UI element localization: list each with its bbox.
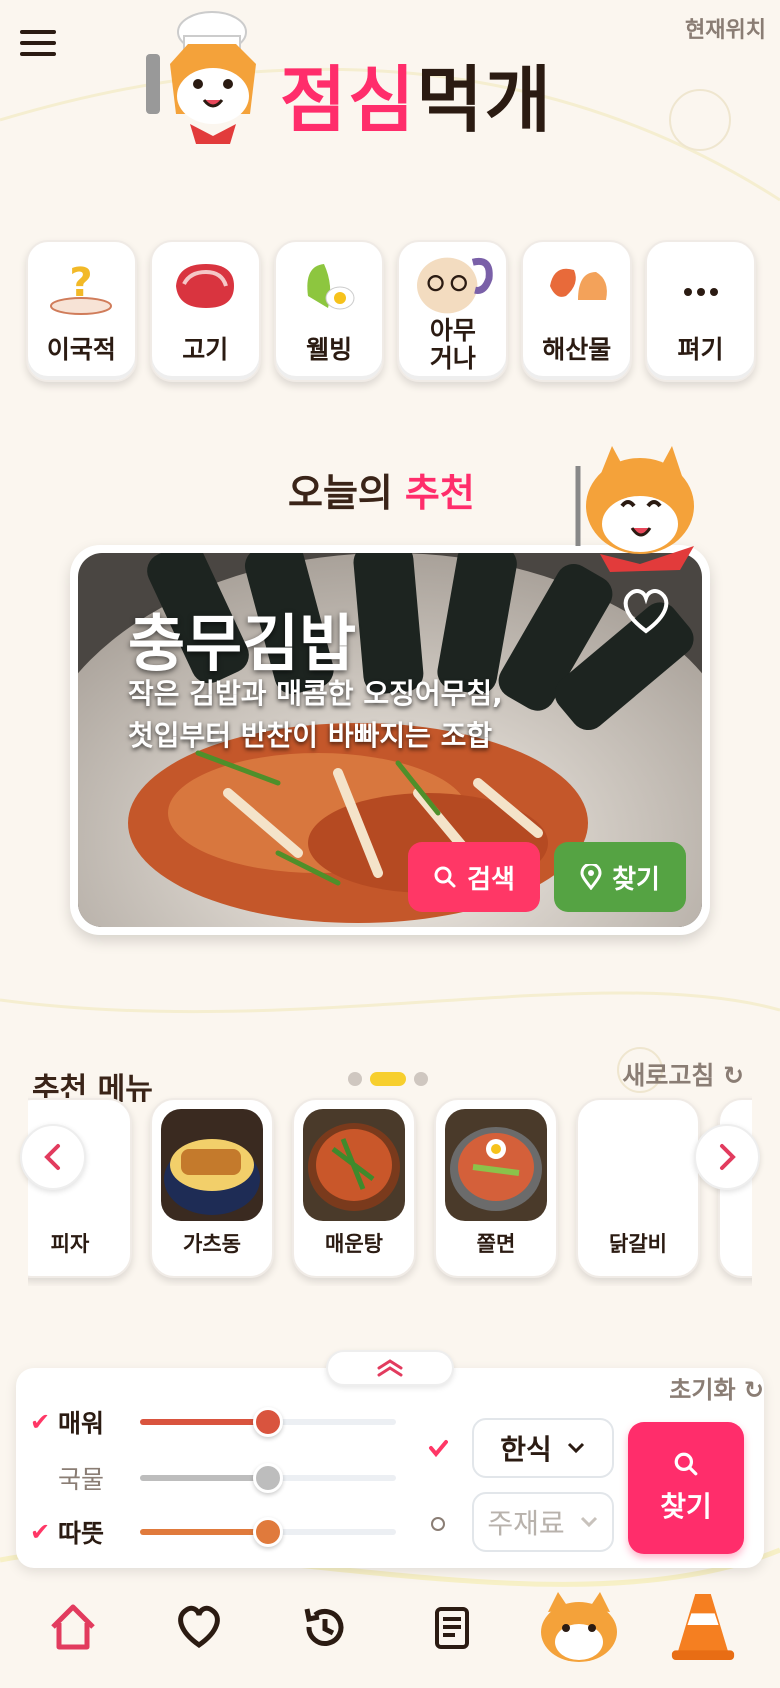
dish-name: 충무김밥 — [128, 607, 357, 680]
logo-text: 점심먹개 — [280, 58, 553, 142]
globe-question-icon: ? — [50, 260, 113, 315]
category-seafood[interactable]: 해산물 — [521, 240, 633, 382]
nav-favorites[interactable] — [164, 1592, 234, 1662]
ingredient-radio-icon[interactable] — [428, 1514, 448, 1534]
salad-icon — [307, 264, 355, 310]
page-dot[interactable] — [348, 1072, 362, 1086]
page-dot-active[interactable] — [370, 1072, 406, 1086]
menu-item-jjolmyeon[interactable]: 쫄면 — [434, 1098, 558, 1278]
menu-item-name: 가츠동 — [183, 1232, 241, 1256]
nav-cone[interactable] — [668, 1592, 738, 1662]
broth-slider[interactable] — [140, 1463, 396, 1493]
warm-slider[interactable] — [140, 1517, 396, 1547]
menu-item-name: 피자 — [50, 1232, 90, 1256]
check-icon[interactable]: ✔ — [30, 1518, 58, 1546]
bottom-navigation — [0, 1580, 780, 1688]
dog-face-icon — [541, 1592, 617, 1662]
menu-item-name: 쫄면 — [476, 1232, 516, 1256]
filter-warm[interactable]: ✔ 따뜻 — [30, 1512, 138, 1552]
jjolmyeon-image — [445, 1109, 547, 1221]
notes-icon — [435, 1607, 469, 1649]
menu-item-maeuntang[interactable]: 매운탕 — [292, 1098, 416, 1278]
dizzy-dog-icon — [416, 257, 493, 314]
nav-home[interactable] — [38, 1592, 108, 1662]
nav-mascot[interactable] — [536, 1592, 622, 1662]
category-exotic[interactable]: ? 이국적 — [26, 240, 137, 382]
svg-text:?: ? — [70, 260, 93, 306]
refresh-icon: ↻ — [723, 1061, 744, 1090]
category-label: 아무 거나 — [429, 315, 476, 374]
refresh-icon: ↻ — [735, 1376, 764, 1404]
seafood-icon — [549, 268, 607, 300]
chevron-left-icon — [44, 1144, 60, 1170]
history-icon — [304, 1608, 344, 1646]
heart-icon — [178, 1605, 220, 1649]
nav-notes[interactable] — [418, 1592, 488, 1662]
category-label: 웰빙 — [306, 335, 353, 364]
app-logo: 점심먹개 — [140, 4, 580, 154]
category-label: 이국적 — [46, 335, 116, 364]
nav-history[interactable] — [290, 1592, 360, 1662]
category-meat[interactable]: 고기 — [149, 240, 261, 382]
category-label: 해산물 — [542, 335, 612, 364]
cone-icon — [671, 1593, 735, 1661]
search-icon — [674, 1452, 698, 1476]
favorite-heart-icon[interactable] — [618, 583, 674, 639]
page-dot[interactable] — [414, 1072, 428, 1086]
dish-photo: 충무김밥 작은 김밥과 매콤한 오징어무침, 첫입부터 반찬이 바빠지는 조합 검… — [78, 553, 702, 927]
find-button-label: 찾기 — [612, 864, 660, 895]
maeuntang-image — [303, 1109, 405, 1221]
category-wellbeing[interactable]: 웰빙 — [273, 240, 385, 382]
current-location-button[interactable]: 현재위치 — [685, 12, 766, 44]
recommended-menu-carousel[interactable]: 피자 가츠동 매운탕 쫄면 닭갈비 꽁 — [28, 1096, 752, 1286]
category-label: 펴기 — [677, 335, 724, 364]
filter-broth[interactable]: 국물 — [30, 1458, 138, 1498]
chevron-down-icon — [580, 1516, 597, 1528]
cuisine-select[interactable]: 한식 — [472, 1418, 614, 1478]
menu-item-name: 닭갈비 — [609, 1232, 667, 1256]
menu-item-name: 매운탕 — [325, 1232, 383, 1256]
home-icon — [51, 1604, 95, 1650]
today-title: 오늘의 추천 — [288, 471, 475, 515]
carousel-prev-button[interactable] — [20, 1124, 86, 1190]
category-anything[interactable]: 아무 거나 — [397, 240, 509, 382]
category-expand[interactable]: 펴기 — [645, 240, 756, 382]
cuisine-radio-selected-icon[interactable] — [428, 1438, 448, 1458]
category-list: ? 이국적 고기 웰빙 아무 거나 해산물 펴기 — [26, 240, 756, 382]
find-nearby-button[interactable]: 찾기 — [554, 842, 686, 912]
menu-button[interactable] — [20, 30, 56, 60]
meat-icon — [176, 264, 235, 308]
search-button-label: 검색 — [467, 864, 515, 895]
refresh-button[interactable]: 새로고침 ↻ — [622, 1056, 744, 1092]
category-label: 고기 — [182, 335, 229, 364]
slider-knob[interactable] — [253, 1517, 283, 1547]
today-recommendation-card[interactable]: 충무김밥 작은 김밥과 매콤한 오징어무침, 첫입부터 반찬이 바빠지는 조합 검… — [70, 545, 710, 935]
chevron-right-icon — [720, 1144, 736, 1170]
menu-item-name: 꽁 — [720, 1228, 752, 1258]
expand-panel-handle[interactable] — [326, 1350, 454, 1386]
search-icon — [434, 866, 456, 888]
double-chevron-up-icon — [377, 1359, 403, 1377]
check-icon[interactable]: ✔ — [30, 1408, 58, 1436]
katsudon-image — [161, 1109, 263, 1221]
menu-item-katsudon[interactable]: 가츠동 — [150, 1098, 274, 1278]
slider-knob[interactable] — [253, 1407, 283, 1437]
menu-item-dakgalbi[interactable]: 닭갈비 — [576, 1098, 700, 1278]
ingredient-select[interactable]: 주재료 — [472, 1492, 614, 1552]
spicy-slider[interactable] — [140, 1407, 396, 1437]
filter-find-button[interactable]: 찾기 — [628, 1422, 744, 1554]
chef-dog-mascot-icon — [146, 11, 256, 144]
search-button[interactable]: 검색 — [408, 842, 540, 912]
chevron-down-icon — [567, 1442, 584, 1454]
more-dots-icon — [683, 288, 718, 296]
reset-button[interactable]: 초기화 ↻ — [669, 1370, 764, 1405]
carousel-page-indicator — [348, 1072, 428, 1086]
dish-description: 작은 김밥과 매콤한 오징어무침, 첫입부터 반찬이 바빠지는 조합 — [128, 677, 503, 752]
slider-knob[interactable] — [253, 1463, 283, 1493]
filter-spicy[interactable]: ✔ 매워 — [30, 1402, 138, 1442]
carousel-next-button[interactable] — [694, 1124, 760, 1190]
location-pin-icon — [580, 864, 602, 890]
